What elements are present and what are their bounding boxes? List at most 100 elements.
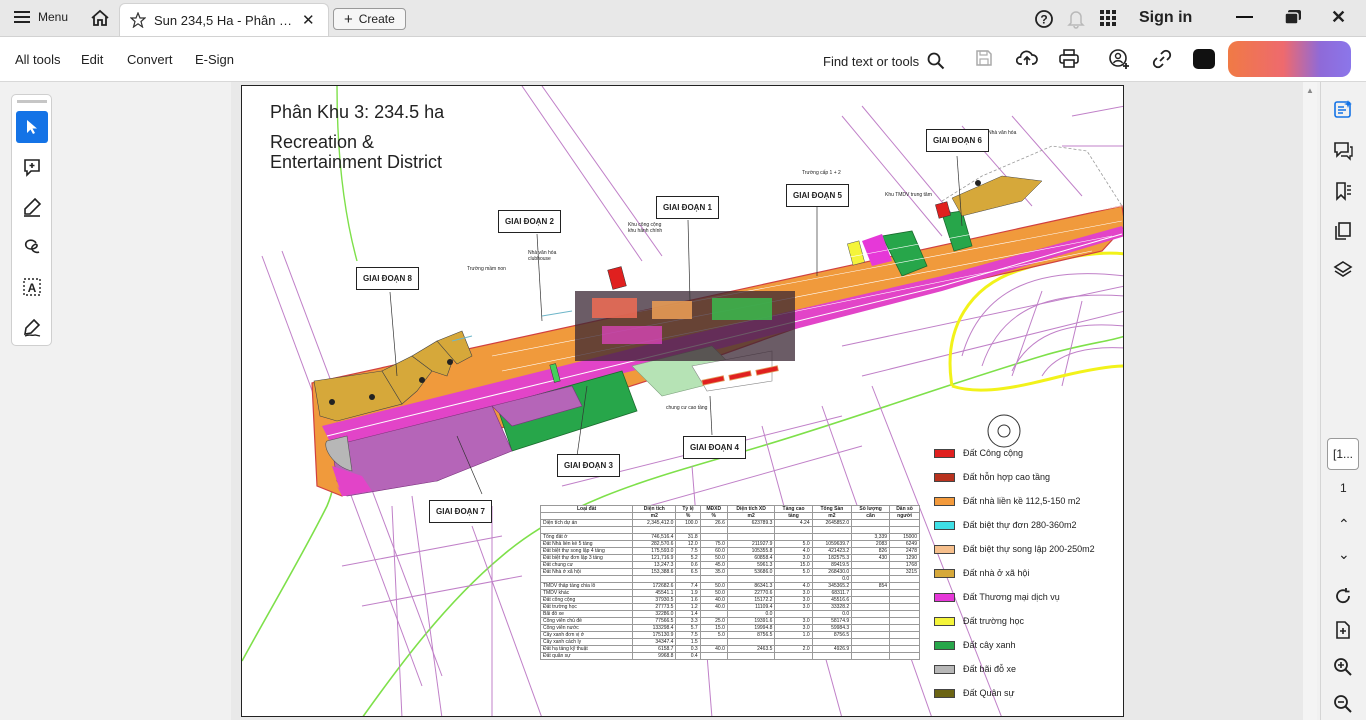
notifications-bell-icon[interactable]	[1067, 9, 1085, 29]
pdf-page[interactable]: Phân Khu 3: 234.5 ha Recreation & Entert…	[241, 85, 1124, 717]
text-box-tool-button[interactable]: A	[16, 271, 48, 303]
legend-item: Đất trường học	[934, 616, 1024, 626]
table-cell	[774, 651, 813, 660]
highlight-tool-button[interactable]	[16, 191, 48, 223]
find-text-tools[interactable]: Find text or tools	[823, 52, 945, 70]
star-icon[interactable]	[130, 12, 146, 28]
table-cell: 3.0	[774, 602, 813, 611]
ai-assistant-icon[interactable]	[1333, 99, 1353, 124]
esign-menu[interactable]: E-Sign	[195, 52, 234, 67]
create-button[interactable]: + Create	[333, 8, 406, 30]
legend-label: Đất biệt thự song lập 200-250m2	[963, 544, 1095, 554]
table-cell: Công viên nước	[539, 623, 634, 632]
table-cell: Bãi đỗ xe	[539, 609, 634, 618]
table-cell: Diện tích XD	[726, 505, 776, 513]
restore-button[interactable]	[1284, 9, 1302, 25]
tab-close-icon[interactable]: ✕	[302, 11, 315, 29]
minimize-button[interactable]	[1236, 16, 1253, 18]
phase-label-7: GIAI ĐOẠN 7	[429, 500, 492, 523]
pages-icon[interactable]	[1333, 221, 1353, 246]
page-number-input[interactable]: [1...	[1327, 438, 1359, 470]
table-cell: 1768	[889, 560, 920, 569]
table-cell: 1.5	[675, 637, 701, 646]
add-comment-button[interactable]	[16, 151, 48, 183]
table-cell	[539, 526, 634, 534]
table-cell: 1.0	[774, 630, 813, 639]
help-icon[interactable]: ?	[1034, 9, 1054, 29]
table-cell	[699, 574, 728, 583]
color-swatch[interactable]	[1193, 49, 1215, 69]
legend-swatch	[934, 448, 955, 458]
convert-menu[interactable]: Convert	[127, 52, 173, 67]
table-row: Đất Nhà ở xã hội 153,388.6 6.5 35.0 53686.0 5…	[539, 567, 920, 576]
legend-swatch	[934, 472, 955, 482]
table-cell: Tổng đất ở	[539, 532, 634, 541]
table-cell: 3.0	[774, 595, 813, 604]
map-subtitle-2: Entertainment District	[270, 152, 443, 172]
select-tool-button[interactable]	[16, 111, 48, 143]
table-cell	[851, 651, 891, 660]
rotate-icon[interactable]	[1333, 586, 1353, 611]
table-cell: 37930.5	[632, 595, 677, 604]
close-window-button[interactable]: ✕	[1331, 7, 1346, 28]
table-cell: 153,388.6	[632, 567, 677, 576]
zoom-out-icon[interactable]	[1333, 694, 1353, 719]
draw-tool-button[interactable]	[16, 231, 48, 263]
link-icon[interactable]	[1152, 49, 1172, 74]
table-cell: 9968.8	[632, 651, 677, 660]
table-row: Diện tích dự án 2,345,412.0 100.0 26.6 62378…	[539, 519, 920, 527]
all-tools-menu[interactable]: All tools	[15, 52, 61, 67]
table-cell	[699, 637, 728, 646]
table-cell: 53686.0	[726, 567, 776, 576]
main-toolbar: All tools Edit Convert E-Sign Find text …	[0, 37, 1366, 82]
table-cell: Cây xanh cách ly	[539, 637, 634, 646]
share-user-icon[interactable]	[1109, 49, 1131, 74]
table-cell: 345365.2	[811, 581, 853, 590]
page-extract-icon[interactable]	[1333, 620, 1353, 645]
sign-tool-button[interactable]	[16, 311, 48, 343]
title-bar: Menu Sun 234,5 Ha - Phân khu 3 ✕ + Creat…	[0, 0, 1366, 37]
table-cell: 15000	[889, 532, 920, 541]
note-admin: khu hành chính	[628, 228, 663, 234]
document-tab[interactable]: Sun 234,5 Ha - Phân khu 3 ✕	[119, 3, 329, 36]
table-cell	[774, 637, 813, 646]
table-cell: MĐXD	[699, 505, 728, 513]
menu-button[interactable]: Menu	[14, 10, 68, 24]
table-cell: 40.0	[699, 602, 728, 611]
table-cell: 5.0	[774, 567, 813, 576]
chevron-up-icon[interactable]: ⌃	[1338, 516, 1350, 533]
table-row: Công viên nước 133298.4 5.7 15.0 19994.8 3.0 5…	[539, 623, 920, 632]
table-cell: 75.0	[699, 539, 728, 548]
table-cell: 5.0	[699, 630, 728, 639]
table-cell: 4.0	[774, 581, 813, 590]
legend-label: Đất nhà liền kề 112,5-150 m2	[963, 496, 1081, 506]
edit-menu[interactable]: Edit	[81, 52, 103, 67]
panel-grip[interactable]	[17, 100, 47, 103]
profile-avatar[interactable]	[1228, 41, 1351, 77]
scroll-up-arrow-icon[interactable]: ▲	[1306, 86, 1314, 95]
apps-grid-icon[interactable]	[1100, 10, 1117, 27]
table-cell: 22770.6	[726, 588, 776, 597]
table-row: TMDV khác 45541.1 1.9 50.0 22770.6 3.0 68311.7	[539, 588, 920, 597]
home-button[interactable]	[90, 9, 110, 27]
chevron-down-icon[interactable]: ⌄	[1338, 546, 1350, 563]
table-cell: Đất chung cư	[539, 560, 634, 569]
sign-in-button[interactable]: Sign in	[1139, 9, 1192, 27]
comments-icon[interactable]	[1333, 141, 1353, 166]
legend-item: Đất biệt thự song lập 200-250m2	[934, 544, 1095, 554]
table-cell: 3.3	[675, 616, 701, 625]
note-apartments: chung cư cao tầng	[666, 405, 708, 411]
bookmarks-icon[interactable]	[1333, 181, 1353, 206]
upload-cloud-icon[interactable]	[1015, 49, 1038, 72]
save-icon[interactable]	[975, 49, 993, 72]
legend-item: Đất biệt thự đơn 280-360m2	[934, 520, 1077, 530]
print-icon[interactable]	[1059, 49, 1079, 73]
vertical-scrollbar[interactable]	[1303, 82, 1317, 720]
legend-swatch	[934, 664, 955, 674]
table-cell	[699, 532, 728, 541]
phase-label-4: GIAI ĐOẠN 4	[683, 436, 746, 459]
zoom-in-icon[interactable]	[1333, 657, 1353, 682]
layers-icon[interactable]	[1333, 260, 1353, 285]
table-row	[539, 526, 920, 534]
table-cell	[811, 526, 853, 534]
